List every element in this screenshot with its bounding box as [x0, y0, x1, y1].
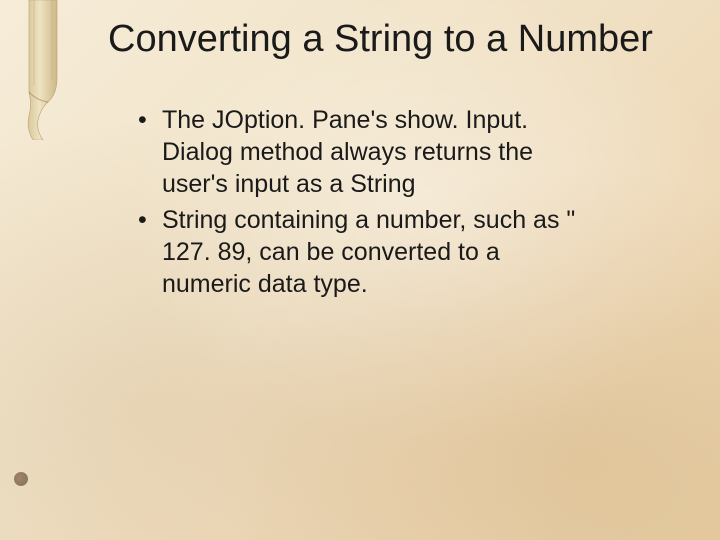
- list-item: The JOption. Pane's show. Input. Dialog …: [138, 104, 578, 200]
- paper-blemish-icon: [14, 472, 28, 486]
- bullet-list: The JOption. Pane's show. Input. Dialog …: [108, 104, 578, 300]
- list-item: String containing a number, such as " 12…: [138, 204, 578, 300]
- slide-content: Converting a String to a Number The JOpt…: [108, 18, 668, 304]
- bookmark-ribbon-icon: [24, 0, 62, 140]
- slide-title: Converting a String to a Number: [108, 18, 668, 62]
